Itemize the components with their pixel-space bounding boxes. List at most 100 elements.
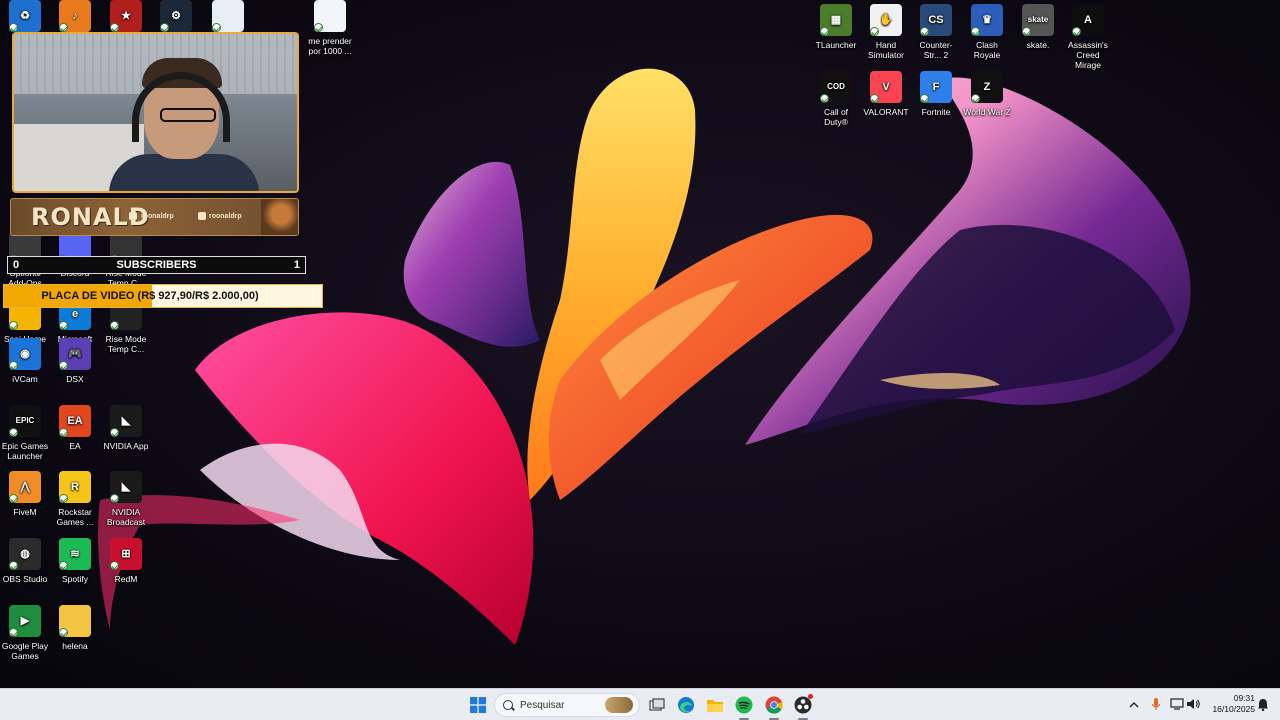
icon-glyph: ♻: [20, 10, 30, 22]
icon-glyph: ⚙: [171, 10, 181, 22]
speaker-icon: [1187, 699, 1200, 709]
desktop-icon-right-6[interactable]: COD Call of Duty®: [811, 71, 861, 127]
subscriber-label: SUBSCRIBERS: [116, 259, 197, 271]
valorant-icon: V: [870, 71, 902, 103]
sync-status-icon: [9, 494, 18, 503]
file-explorer-icon: [707, 699, 723, 712]
desktop-icon-right-9[interactable]: Z World War Z: [962, 71, 1012, 117]
desktop-icon-left-23[interactable]: ▶ Google Play Games: [0, 605, 50, 661]
volume-tray-button[interactable]: [1186, 697, 1200, 711]
counter-strike-icon: CS: [920, 4, 952, 36]
desktop-icon-left-19[interactable]: ◣ NVIDIA Broadcast: [101, 471, 151, 527]
taskbar-search-box[interactable]: Pesquisar: [494, 693, 640, 717]
desktop-icon-left-16[interactable]: ◣ NVIDIA App: [101, 405, 151, 451]
desktop-icon-label: Fortnite: [921, 107, 951, 117]
icon-glyph: ⋀: [20, 481, 30, 493]
desktop-icon-left-20[interactable]: ◍ OBS Studio: [0, 538, 50, 584]
desktop-icon-left-2[interactable]: ★: [101, 0, 151, 36]
sync-status-icon: [59, 23, 68, 32]
show-hidden-icons-button[interactable]: [1127, 697, 1141, 711]
network-tray-button[interactable]: [1170, 697, 1184, 711]
chrome-icon: [765, 696, 783, 714]
desktop-icon-right-0[interactable]: ▦ TLauncher: [811, 4, 861, 50]
subscriber-target: 1: [293, 259, 300, 271]
desktop-icon-left-1[interactable]: ♪: [50, 0, 100, 36]
call-of-duty-icon: COD: [820, 71, 852, 103]
sync-status-icon: [314, 23, 323, 32]
desktop-icon-right-8[interactable]: F Fortnite: [911, 71, 961, 117]
icon-glyph: ♪: [72, 10, 78, 22]
desktop-icon-label: Epic Games Launcher: [1, 441, 49, 461]
sync-status-icon: [110, 561, 119, 570]
sync-status-icon: [9, 361, 18, 370]
clash-royale-icon: ♛: [971, 4, 1003, 36]
desktop-icon-left-3[interactable]: ⚙: [151, 0, 201, 36]
sync-status-icon: [59, 628, 68, 637]
bell-icon: [1258, 698, 1268, 711]
fortnite-icon: F: [920, 71, 952, 103]
taskbar-clock[interactable]: 09:31 16/10/2025: [1205, 693, 1255, 715]
webcam-person-body: [109, 154, 259, 191]
icon-glyph: CS: [928, 14, 944, 26]
desktop-icon-left-13[interactable]: 🎮 DSX: [50, 338, 100, 384]
desktop-icon-right-5[interactable]: A Assassin's Creed Mirage: [1063, 4, 1113, 70]
assassins-creed-icon: A: [1072, 4, 1104, 36]
taskbar-chrome-button[interactable]: [762, 693, 786, 720]
desktop-icon-left-0[interactable]: ♻: [0, 0, 50, 36]
ivcam-icon: ◉: [9, 338, 41, 370]
taskbar-obs-button[interactable]: [791, 693, 815, 720]
task-view-button[interactable]: [645, 693, 669, 717]
recording-indicator-icon: [808, 694, 813, 699]
sync-status-icon: [59, 561, 68, 570]
dsx-icon: 🎮: [59, 338, 91, 370]
sync-status-icon: [160, 23, 169, 32]
donation-goal-text: PLACA DE VIDEO (R$ 927,90/R$ 2.000,00): [41, 290, 259, 302]
sync-status-icon: [870, 94, 879, 103]
taskbar-spotify-button[interactable]: [732, 693, 756, 720]
icon-glyph: ≋: [70, 548, 80, 560]
desktop-icon-left-12[interactable]: ◉ iVCam: [0, 338, 50, 384]
sync-status-icon: [870, 27, 879, 36]
desktop-icon-label: TLauncher: [815, 40, 857, 50]
desktop-icon-right-4[interactable]: skate skate.: [1013, 4, 1063, 50]
desktop-icon-right-3[interactable]: ♛ Clash Royale: [962, 4, 1012, 60]
notifications-button[interactable]: [1256, 697, 1270, 711]
desktop-icon-label: me prender por 1000 ...: [308, 36, 352, 56]
webcam-overlay: [12, 32, 299, 193]
taskbar: Pesquisar 09:31 16/10/2025: [0, 688, 1280, 720]
desktop-icon-left-24[interactable]: helena: [50, 605, 100, 651]
icon-glyph: F: [932, 81, 940, 93]
desktop-icon-left-4[interactable]: [203, 0, 253, 36]
icon-glyph: ♛: [982, 14, 992, 26]
desktop-icon-label: Google Play Games: [1, 641, 49, 661]
desktop-icon-left-15[interactable]: EA EA: [50, 405, 100, 451]
desktop-icon-left-5[interactable]: me prender por 1000 ...: [305, 0, 355, 56]
desktop-icon-left-14[interactable]: EPIC Epic Games Launcher: [0, 405, 50, 461]
glasses-icon: [160, 108, 216, 122]
donation-goal-bar: PLACA DE VIDEO (R$ 927,90/R$ 2.000,00): [3, 284, 323, 308]
rockstar-icon: R: [59, 471, 91, 503]
microphone-tray-button[interactable]: [1149, 697, 1163, 711]
icon-glyph: 🎮: [68, 348, 82, 360]
ea-icon: EA: [59, 405, 91, 437]
desktop-icon-left-18[interactable]: R Rockstar Games ...: [50, 471, 100, 527]
sync-status-icon: [110, 23, 119, 32]
sync-status-icon: [59, 494, 68, 503]
desktop-icon-left-17[interactable]: ⋀ FiveM: [0, 471, 50, 517]
windows-start-button[interactable]: [466, 693, 490, 717]
desktop-icon-left-22[interactable]: ⊞ RedM: [101, 538, 151, 584]
document-icon: [212, 0, 244, 32]
icon-glyph: EPIC: [15, 416, 35, 425]
sync-status-icon: [971, 27, 980, 36]
spotify-icon: [735, 696, 753, 714]
taskbar-edge-button[interactable]: [674, 693, 698, 717]
desktop-icon-label: FiveM: [13, 507, 37, 517]
desktop-icon-right-7[interactable]: V VALORANT: [861, 71, 911, 117]
sync-status-icon: [59, 428, 68, 437]
icon-glyph: COD: [827, 82, 845, 91]
taskbar-file-explorer-button[interactable]: [703, 693, 727, 717]
desktop-icon-right-1[interactable]: ✋ Hand Simulator: [861, 4, 911, 60]
tlauncher-icon: ▦: [820, 4, 852, 36]
desktop-icon-left-21[interactable]: ≋ Spotify: [50, 538, 100, 584]
desktop-icon-right-2[interactable]: CS Counter-Str... 2: [911, 4, 961, 60]
